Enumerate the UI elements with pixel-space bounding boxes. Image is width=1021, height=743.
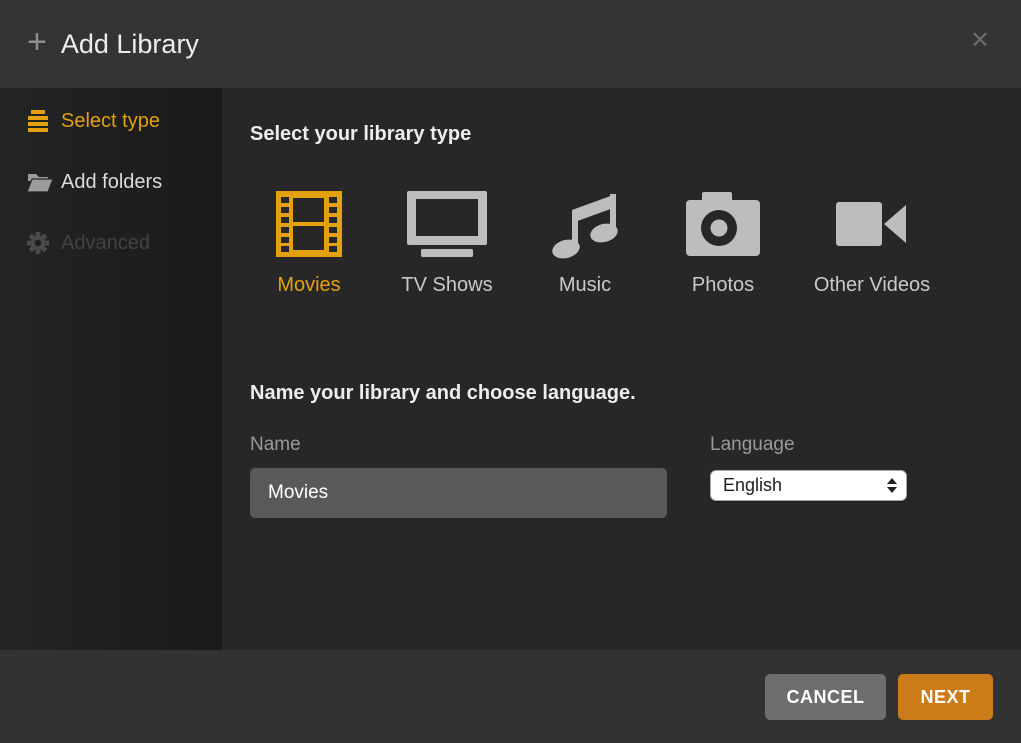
cancel-button[interactable]: CANCEL <box>765 674 886 720</box>
dialog-title: Add Library <box>61 29 199 60</box>
music-note-icon <box>548 188 622 260</box>
dialog-footer: CANCEL NEXT <box>0 650 1021 743</box>
library-name-input[interactable] <box>250 468 667 518</box>
video-camera-icon <box>836 188 908 260</box>
library-type-label: Movies <box>277 274 340 297</box>
tv-icon <box>407 188 487 260</box>
language-field-label: Language <box>710 434 795 456</box>
dialog-header: + Add Library ✕ <box>0 0 1021 88</box>
camera-icon <box>686 188 760 260</box>
library-type-label: Photos <box>692 274 754 297</box>
next-button[interactable]: NEXT <box>898 674 993 720</box>
sidebar-item-label: Select type <box>61 110 160 133</box>
gear-icon <box>27 232 61 254</box>
list-lines-icon <box>27 109 61 133</box>
library-type-tv-shows[interactable]: TV Shows <box>388 188 506 297</box>
main-panel: Select your library type <box>222 88 1021 650</box>
select-stepper-icon <box>887 478 897 493</box>
library-type-other-videos[interactable]: Other Videos <box>802 188 942 297</box>
sidebar-item-select-type[interactable]: Select type <box>0 101 222 141</box>
film-strip-icon <box>276 188 342 260</box>
name-field-label: Name <box>250 434 301 456</box>
library-type-label: Other Videos <box>814 274 930 297</box>
library-type-label: TV Shows <box>401 274 492 297</box>
sidebar-item-advanced: Advanced <box>0 223 222 263</box>
close-icon[interactable]: ✕ <box>965 26 995 56</box>
add-library-dialog: + Add Library ✕ Select type <box>0 0 1021 743</box>
folder-icon <box>27 172 61 193</box>
library-type-photos[interactable]: Photos <box>664 188 782 297</box>
select-type-heading: Select your library type <box>250 123 471 146</box>
name-language-heading: Name your library and choose language. <box>250 382 636 405</box>
wizard-steps-sidebar: Select type Add folders <box>0 88 222 650</box>
language-select[interactable]: English <box>710 470 907 501</box>
plus-icon: + <box>27 25 47 59</box>
library-type-movies[interactable]: Movies <box>250 188 368 297</box>
library-type-music[interactable]: Music <box>526 188 644 297</box>
sidebar-item-label: Add folders <box>61 171 162 194</box>
library-type-row: Movies TV Shows <box>250 188 942 297</box>
library-type-label: Music <box>559 274 611 297</box>
sidebar-item-label: Advanced <box>61 232 150 255</box>
sidebar-item-add-folders[interactable]: Add folders <box>0 162 222 202</box>
language-selected-value: English <box>711 475 887 496</box>
